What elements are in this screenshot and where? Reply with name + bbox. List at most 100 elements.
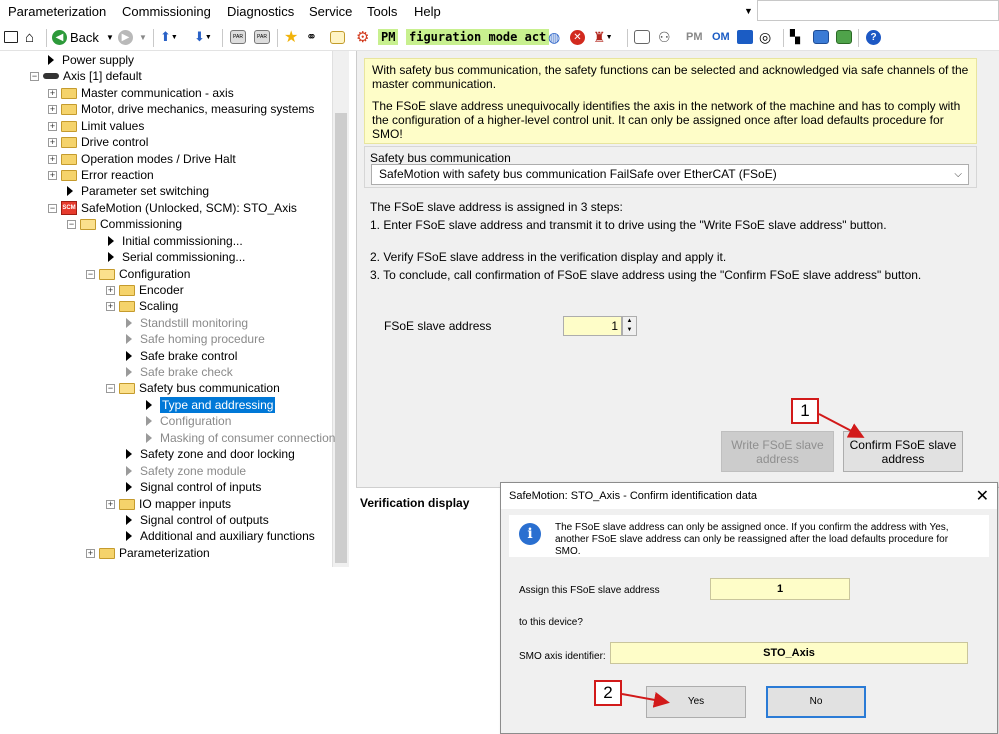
collapse-icon[interactable]: − xyxy=(106,383,115,393)
split-icon[interactable]: ▚ xyxy=(790,28,800,46)
confirm-fsoe-address-button[interactable]: Confirm FSoE slave address xyxy=(843,431,963,472)
menu-parameterization[interactable]: Parameterization xyxy=(8,4,106,19)
tree-item-signal-inputs[interactable]: Signal control of inputs xyxy=(126,479,261,495)
menu-commissioning[interactable]: Commissioning xyxy=(122,4,211,19)
arrow-icon xyxy=(126,334,132,344)
tree-item-type-addressing[interactable]: Type and addressing xyxy=(146,397,276,413)
tree-item-parameterization[interactable]: + Parameterization xyxy=(86,545,210,561)
menu-service[interactable]: Service xyxy=(309,4,352,19)
tree-item-power-supply[interactable]: Power supply xyxy=(48,52,134,68)
menu-search-box[interactable] xyxy=(757,0,999,21)
compare-icon[interactable] xyxy=(813,28,829,46)
arrow-icon xyxy=(126,531,132,541)
tree-item-configuration[interactable]: − Configuration xyxy=(86,266,190,282)
sync-icon[interactable] xyxy=(836,28,852,46)
gear-icon[interactable]: ⚙ xyxy=(356,28,369,46)
fsoe-address-input[interactable]: 1 xyxy=(563,316,622,336)
expand-icon[interactable]: + xyxy=(48,104,57,114)
par-icon-2[interactable]: PAR xyxy=(254,28,270,46)
menu-tools[interactable]: Tools xyxy=(367,4,397,19)
tree-item-scaling[interactable]: + Scaling xyxy=(106,298,178,314)
forward-arrow-icon[interactable]: ▶ xyxy=(118,28,133,46)
fsoe-address-spinner[interactable]: ▲ ▼ xyxy=(622,316,637,336)
tree-scrollbar[interactable] xyxy=(332,51,349,567)
forward-dropdown-icon[interactable]: ▼ xyxy=(139,28,147,46)
write-fsoe-address-button[interactable]: Write FSoE slave address xyxy=(721,431,834,472)
expand-icon[interactable]: + xyxy=(48,154,57,164)
back-button[interactable]: ◀ Back xyxy=(52,28,104,46)
expand-icon[interactable]: + xyxy=(86,548,95,558)
tree-item-param-set-switching[interactable]: Parameter set switching xyxy=(67,183,209,199)
back-dropdown-icon[interactable]: ▼ xyxy=(106,28,114,46)
collapse-icon[interactable]: − xyxy=(86,269,95,279)
tree-item-commissioning[interactable]: − Commissioning xyxy=(67,216,182,232)
tree-item-serial-comm[interactable]: Serial commissioning... xyxy=(108,249,245,265)
confirm-identification-dialog: SafeMotion: STO_Axis - Confirm identific… xyxy=(500,482,998,734)
window-icon[interactable] xyxy=(4,28,18,46)
yes-button[interactable]: Yes xyxy=(646,686,746,718)
tree-item-safe-brake-check[interactable]: Safe brake check xyxy=(126,364,233,380)
pm-button[interactable]: PM xyxy=(686,28,703,46)
tree-item-signal-outputs[interactable]: Signal control of outputs xyxy=(126,512,269,528)
tree-item-io-mapper[interactable]: + IO mapper inputs xyxy=(106,496,231,512)
download-icon[interactable]: ⬆ ▼ xyxy=(160,28,178,46)
tree-item-standstill[interactable]: Standstill monitoring xyxy=(126,315,248,331)
tree-item-safe-homing[interactable]: Safe homing procedure xyxy=(126,331,265,347)
tree-item-masking[interactable]: Masking of consumer connection xyxy=(146,430,335,446)
tree-item-additional[interactable]: Additional and auxiliary functions xyxy=(126,528,315,544)
save-icon[interactable]: ◎ xyxy=(759,28,771,46)
toolbar-separator xyxy=(277,29,278,47)
pm-label[interactable]: PM xyxy=(378,28,399,46)
tree-item-safety-zone-module[interactable]: Safety zone module xyxy=(126,463,246,479)
tree-item-encoder[interactable]: + Encoder xyxy=(106,282,184,298)
safety-bus-select[interactable]: SafeMotion with safety bus communication… xyxy=(371,164,969,185)
tree-scrollbar-thumb[interactable] xyxy=(335,113,347,563)
smo-identifier-field: STO_Axis xyxy=(610,642,968,664)
tree-item-safe-brake-control[interactable]: Safe brake control xyxy=(126,348,237,364)
expand-icon[interactable]: + xyxy=(48,88,57,98)
tree-item-limit-values[interactable]: + Limit values xyxy=(48,118,144,134)
home-icon[interactable]: ⌂ xyxy=(25,28,34,46)
toolbar-separator xyxy=(783,29,784,47)
tree-item-motor[interactable]: + Motor, drive mechanics, measuring syste… xyxy=(48,101,314,117)
tree-item-initial-comm[interactable]: Initial commissioning... xyxy=(108,233,243,249)
person-icon[interactable]: ⚇ xyxy=(658,28,671,46)
collapse-icon[interactable]: − xyxy=(48,203,57,213)
expand-icon[interactable]: + xyxy=(106,285,115,295)
close-icon[interactable]: ✕ xyxy=(976,486,989,506)
cm-icon[interactable] xyxy=(737,28,753,46)
servo-icon[interactable]: ♜ ▼ xyxy=(593,28,613,46)
upload-icon[interactable]: ⬇ ▼ xyxy=(194,28,212,46)
tree-item-safety-zone-door[interactable]: Safety zone and door locking xyxy=(126,446,295,462)
tree-item-configuration2[interactable]: Configuration xyxy=(146,413,231,429)
expand-icon[interactable]: + xyxy=(48,137,57,147)
menu-dropdown-arrow-icon[interactable]: ▼ xyxy=(744,6,753,16)
expand-icon[interactable]: + xyxy=(106,499,115,509)
collapse-icon[interactable]: − xyxy=(30,71,39,81)
tree-item-safemotion[interactable]: − SCM SafeMotion (Unlocked, SCM): STO_Axis xyxy=(48,200,297,216)
collapse-icon[interactable]: − xyxy=(67,219,76,229)
binoculars-icon[interactable]: ⚭ xyxy=(306,28,317,46)
stop-icon[interactable]: ✕ xyxy=(570,28,585,46)
table-icon[interactable] xyxy=(330,28,345,46)
tree-item-axis[interactable]: − Axis [1] default xyxy=(30,68,142,84)
globe-icon[interactable]: ◍ xyxy=(548,28,560,46)
tree-item-operation-modes[interactable]: + Operation modes / Drive Halt xyxy=(48,151,236,167)
back-arrow-icon: ◀ xyxy=(52,29,67,45)
par-icon[interactable]: PAR xyxy=(230,28,246,46)
tree-item-safety-bus[interactable]: − Safety bus communication xyxy=(106,380,280,396)
help-icon[interactable]: ? xyxy=(866,28,881,46)
menu-help[interactable]: Help xyxy=(414,4,441,19)
no-button[interactable]: No xyxy=(766,686,866,718)
tree-item-drive-control[interactable]: + Drive control xyxy=(48,134,148,150)
expand-icon[interactable]: + xyxy=(48,170,57,180)
expand-icon[interactable]: + xyxy=(48,121,57,131)
expand-icon[interactable]: + xyxy=(106,301,115,311)
chart-icon[interactable] xyxy=(634,28,650,46)
star-icon[interactable]: ★ xyxy=(284,28,298,46)
chevron-down-icon: ⌵ xyxy=(954,169,962,180)
om-button[interactable]: OM xyxy=(712,28,730,46)
tree-item-master-comm[interactable]: + Master communication - axis xyxy=(48,85,234,101)
menu-diagnostics[interactable]: Diagnostics xyxy=(227,4,294,19)
tree-item-error-reaction[interactable]: + Error reaction xyxy=(48,167,154,183)
